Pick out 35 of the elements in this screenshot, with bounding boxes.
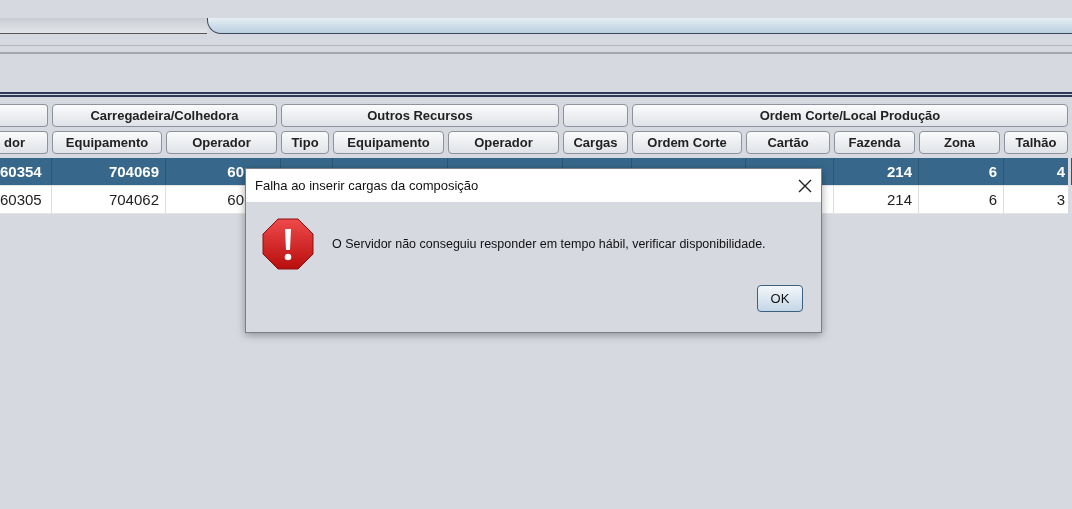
column-group-header [0, 104, 48, 127]
tab[interactable] [0, 18, 207, 34]
error-icon [262, 218, 314, 270]
table-cell: 214 [886, 191, 912, 208]
column-header[interactable]: Equipamento [52, 131, 162, 154]
table-cell: 6 [988, 163, 997, 180]
column-header[interactable]: Fazenda [834, 131, 915, 154]
table-cell: 3 [1056, 191, 1065, 208]
column-header[interactable]: Equipamento [333, 131, 444, 154]
column-group-header [563, 104, 628, 127]
table-cell: 704062 [108, 191, 159, 208]
error-message: O Servidor não conseguiu responder em tempo hábil, verificar disponibilidade. [332, 237, 766, 251]
table-cell: 60354 [0, 163, 42, 180]
table-cell: 6 [988, 191, 997, 208]
column-header[interactable]: Cartão [746, 131, 830, 154]
ok-button[interactable]: OK [757, 285, 803, 312]
dialog-title: Falha ao inserir cargas da composição [255, 178, 479, 193]
table-cell: 60305 [0, 191, 42, 208]
column-header[interactable]: Talhão [1004, 131, 1068, 154]
table-cell: 60 [227, 163, 244, 180]
column-header[interactable]: Operador [166, 131, 277, 154]
column-header[interactable]: Zona [919, 131, 1000, 154]
column-group-header: Carregadeira/Colhedora [52, 104, 277, 127]
table-cell: 214 [886, 163, 912, 180]
column-header[interactable]: Tipo [281, 131, 329, 154]
close-icon[interactable] [798, 178, 812, 193]
column-group-header: Outros Recursos [281, 104, 559, 127]
column-group-header: Ordem Corte/Local Produção [632, 104, 1068, 127]
table-cell: 704069 [108, 163, 159, 180]
table-cell: 4 [1056, 163, 1065, 180]
table-cell: 60 [227, 191, 244, 208]
column-header[interactable]: dor [0, 131, 48, 154]
column-header[interactable]: Ordem Corte [632, 131, 742, 154]
column-header[interactable]: Cargas [563, 131, 628, 154]
column-header[interactable]: Operador [448, 131, 559, 154]
